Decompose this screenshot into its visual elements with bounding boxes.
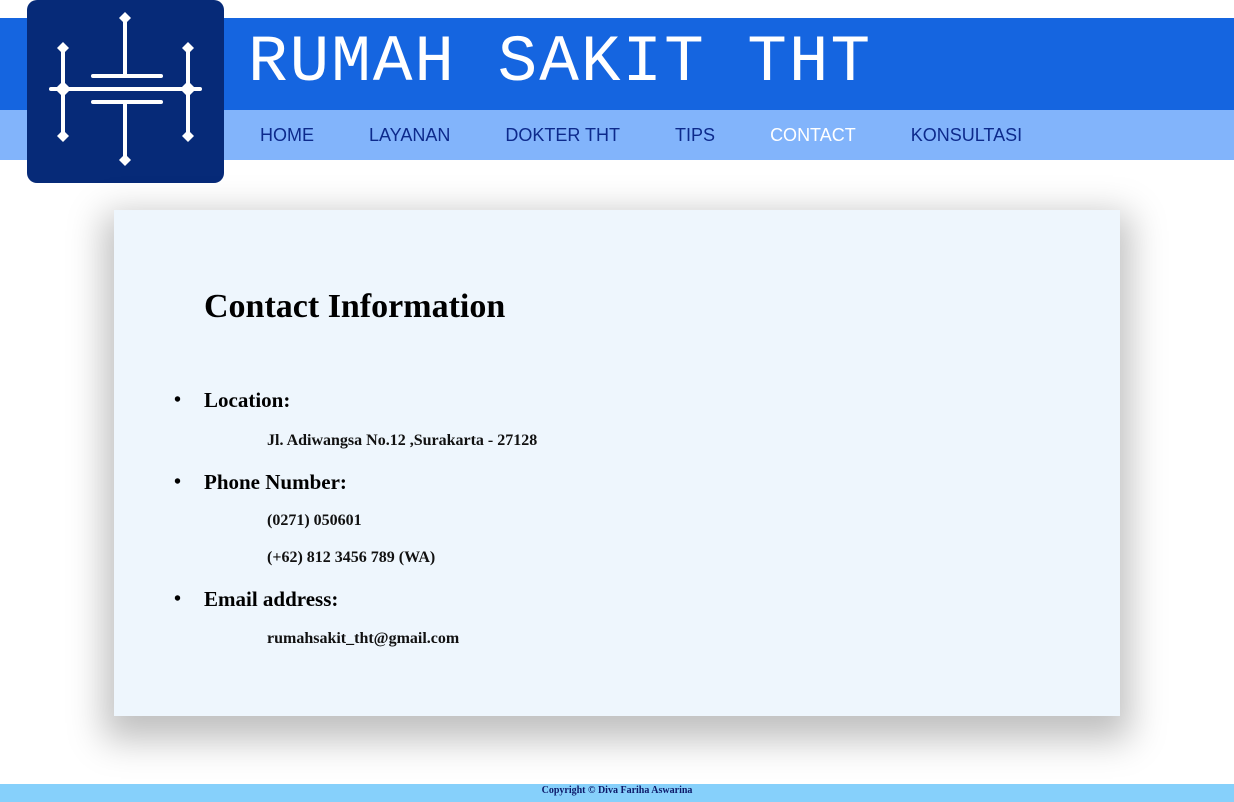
phone-value-landline: (0271) 050601 (267, 512, 362, 529)
nav-contact[interactable]: CONTACT (770, 125, 856, 146)
bullet: • (174, 389, 182, 411)
nav-tips[interactable]: TIPS (675, 125, 715, 146)
site-title: RUMAH SAKIT THT (248, 25, 873, 100)
nav-layanan[interactable]: LAYANAN (369, 125, 450, 146)
copyright-text: Copyright © Diva Fariha Aswarina (541, 785, 693, 796)
nav-konsultasi[interactable]: KONSULTASI (911, 125, 1022, 146)
contact-card: Contact Information • Location: Jl. Adiw… (114, 210, 1120, 716)
location-value: Jl. Adiwangsa No.12 ,Surakarta - 27128 (267, 432, 538, 449)
nav-dokter-tht[interactable]: DOKTER THT (505, 125, 620, 146)
phone-item: • Phone Number: (0271) 050601 (+62) 812 … (174, 468, 974, 569)
email-value[interactable]: rumahsakit_tht@gmail.com (267, 628, 974, 650)
nav-home[interactable]: HOME (260, 125, 314, 146)
page: RUMAH SAKIT THT HOME LAYANAN DOKTER THT … (0, 0, 1234, 802)
bullet: • (174, 471, 182, 493)
phone-label: Phone Number: (204, 470, 347, 494)
email-item: • Email address: rumahsakit_tht@gmail.co… (174, 585, 974, 650)
location-label: Location: (204, 388, 291, 412)
phone-value-whatsapp: (+62) 812 3456 789 (WA) (267, 549, 436, 566)
contact-title: Contact Information (204, 288, 506, 325)
location-item: • Location: Jl. Adiwangsa No.12 ,Surakar… (174, 386, 974, 452)
email-label: Email address: (204, 587, 339, 611)
bullet: • (174, 588, 182, 610)
site-logo[interactable] (27, 0, 224, 183)
footer: Copyright © Diva Fariha Aswarina (0, 784, 1234, 802)
contact-info-list: • Location: Jl. Adiwangsa No.12 ,Surakar… (174, 386, 974, 650)
main-nav: HOME LAYANAN DOKTER THT TIPS CONTACT KON… (260, 110, 1077, 160)
logo-icon (49, 12, 202, 166)
